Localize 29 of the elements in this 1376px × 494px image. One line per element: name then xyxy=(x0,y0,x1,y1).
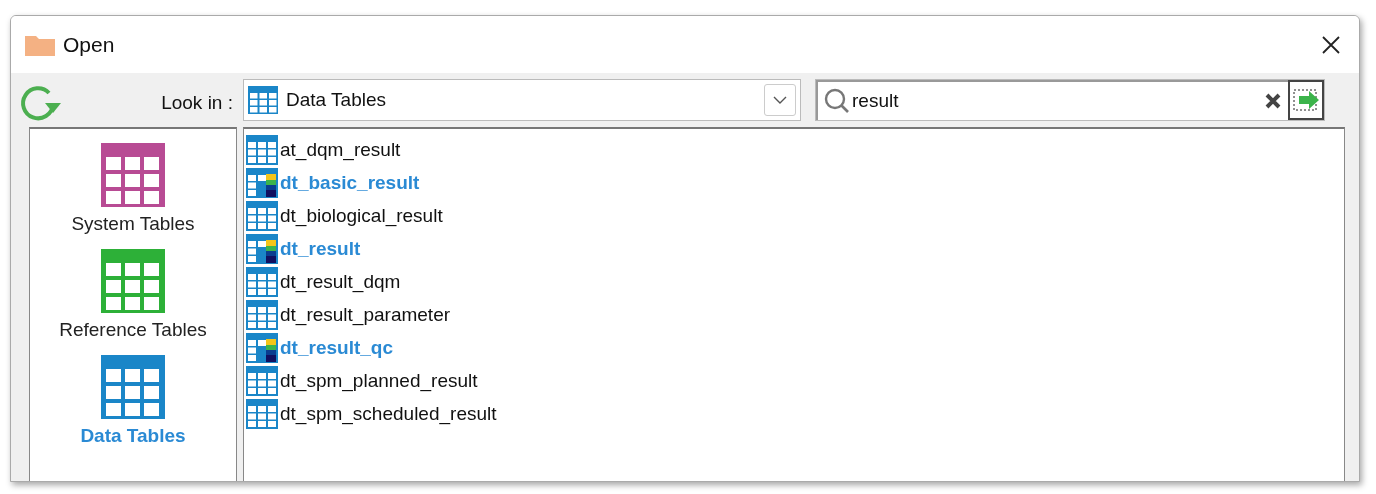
sidebar-item[interactable]: Reference Tables xyxy=(59,249,207,341)
look-in-dropdown[interactable]: Data Tables xyxy=(243,79,801,121)
file-item[interactable]: dt_basic_result xyxy=(244,166,420,199)
clear-button[interactable] xyxy=(1264,92,1282,110)
table-icon xyxy=(246,365,278,396)
table-icon xyxy=(246,299,278,330)
color-map-table-icon xyxy=(246,332,278,363)
table-icon xyxy=(246,200,278,231)
color-map-table-icon xyxy=(246,167,278,198)
table-icon xyxy=(246,134,278,165)
look-in-label: Look in : xyxy=(161,92,233,114)
file-item[interactable]: dt_spm_planned_result xyxy=(244,364,478,397)
table-icon xyxy=(246,398,278,429)
table-icon xyxy=(246,266,278,297)
file-item[interactable]: dt_spm_scheduled_result xyxy=(244,397,497,430)
file-item[interactable]: dt_result_dqm xyxy=(244,265,401,298)
sidebar-item[interactable]: System Tables xyxy=(71,143,195,235)
folder-icon xyxy=(25,33,55,56)
window-title: Open xyxy=(63,32,116,57)
file-item[interactable]: dt_biological_result xyxy=(244,199,443,232)
file-item[interactable]: dt_result xyxy=(244,232,361,265)
search-icon xyxy=(824,88,850,114)
file-item[interactable]: at_dqm_result xyxy=(244,133,401,166)
table-icon xyxy=(248,86,278,114)
go-button[interactable] xyxy=(1288,80,1324,120)
color-map-table-icon xyxy=(246,233,278,264)
file-item[interactable]: dt_result_parameter xyxy=(244,298,451,331)
sidebar-item[interactable]: Data Tables xyxy=(80,355,186,447)
file-item[interactable]: dt_result_qc xyxy=(244,331,393,364)
